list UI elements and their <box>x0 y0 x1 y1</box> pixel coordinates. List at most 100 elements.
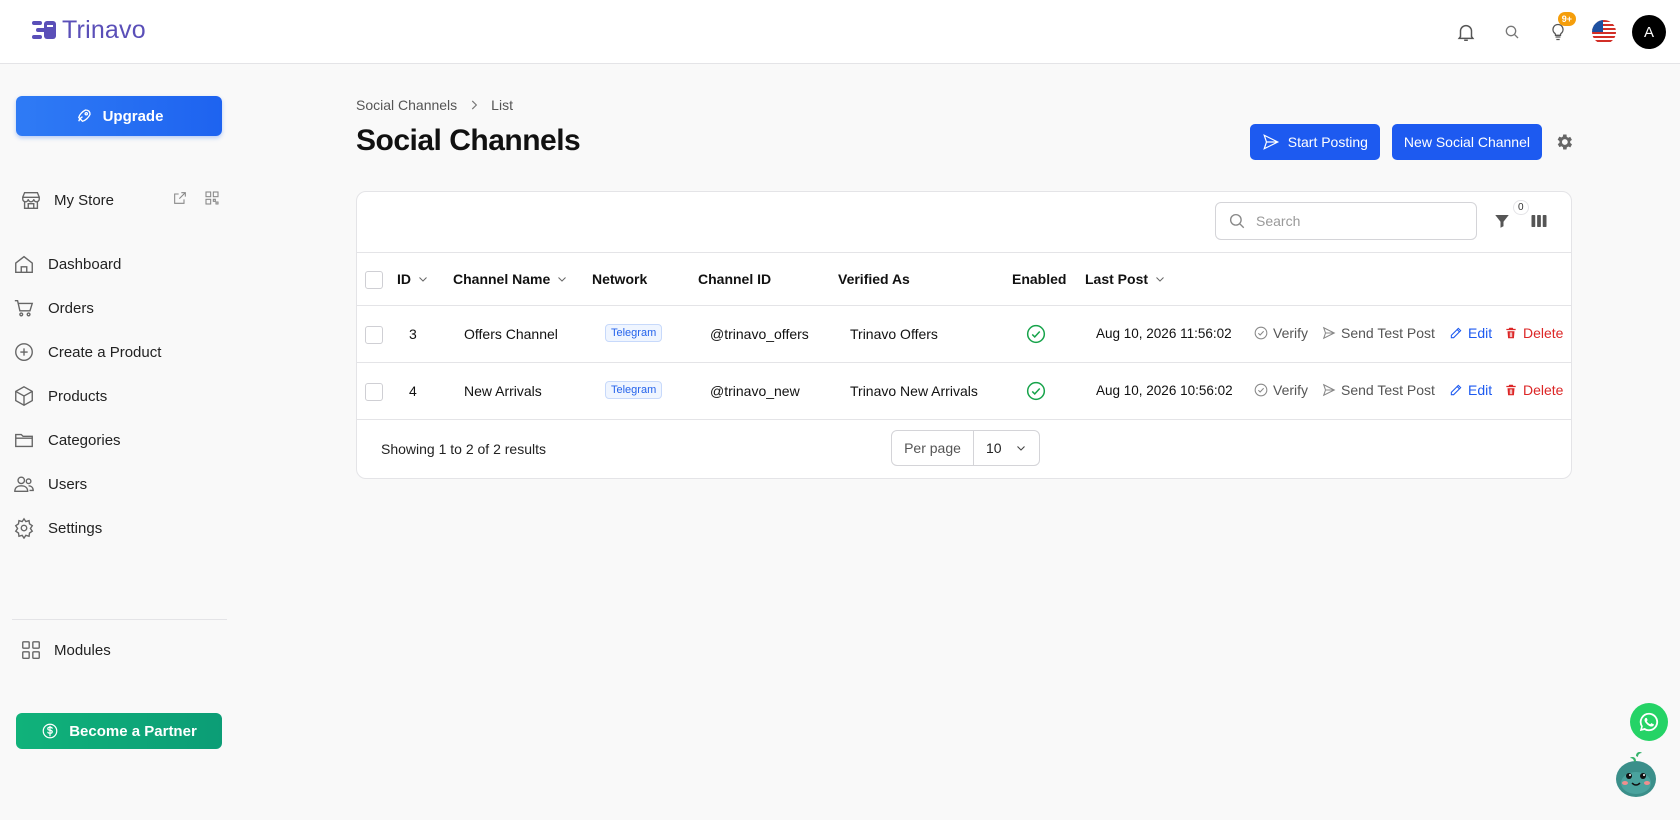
delete-label: Delete <box>1523 382 1564 398</box>
sidebar-item-label: Users <box>48 475 88 493</box>
per-page-value: 10 <box>986 440 1002 456</box>
start-posting-button[interactable]: Start Posting <box>1249 124 1380 160</box>
sidebar-item-label: Dashboard <box>48 255 122 273</box>
edit-button[interactable]: Edit <box>1449 325 1492 341</box>
users-icon <box>12 472 36 496</box>
app-logo[interactable]: Trinavo <box>32 16 146 45</box>
box-icon <box>12 384 36 408</box>
row-channel-id: @trinavo_offers <box>710 326 809 342</box>
chatbot-mascot-icon[interactable] <box>1614 750 1658 798</box>
pagination-summary: Showing 1 to 2 of 2 results <box>381 441 546 457</box>
user-avatar[interactable]: A <box>1632 15 1666 49</box>
enabled-check-icon <box>1026 324 1046 344</box>
chevron-right-icon <box>472 100 478 110</box>
notifications-button[interactable] <box>1448 14 1484 50</box>
modules-label: Modules <box>54 641 111 659</box>
new-social-channel-label: New Social Channel <box>1403 134 1530 150</box>
my-store-row[interactable]: My Store <box>20 184 220 216</box>
delete-label: Delete <box>1523 325 1564 341</box>
table-header: ID Channel Name Network Channel ID Verif… <box>357 252 1571 306</box>
column-channel-id-label: Channel ID <box>698 271 772 287</box>
sidebar-item-label: Categories <box>48 431 121 449</box>
settings-gear-icon[interactable] <box>1554 132 1574 152</box>
whatsapp-icon <box>1639 712 1659 732</box>
breadcrumb-current: List <box>491 97 513 113</box>
column-last-post-label: Last Post <box>1085 271 1149 287</box>
search-icon <box>1229 213 1245 229</box>
trash-icon <box>1506 384 1516 396</box>
language-selector[interactable] <box>1586 14 1622 50</box>
whatsapp-chat-button[interactable] <box>1630 703 1668 741</box>
check-circle-icon <box>1254 383 1268 397</box>
rocket-icon <box>77 109 91 122</box>
become-partner-button[interactable]: Become a Partner <box>16 713 222 749</box>
sidebar-item-create-product[interactable]: Create a Product <box>12 330 222 374</box>
verify-button[interactable]: Verify <box>1254 382 1308 398</box>
column-channel-name-header[interactable]: Channel Name <box>453 271 568 287</box>
global-search-button[interactable] <box>1494 14 1530 50</box>
sidebar-item-products[interactable]: Products <box>12 374 222 418</box>
filter-icon[interactable] <box>1493 212 1511 230</box>
column-last-post-header[interactable]: Last Post <box>1085 271 1166 287</box>
row-channel-id: @trinavo_new <box>710 383 800 399</box>
my-store-label: My Store <box>54 191 115 209</box>
dollar-circle-icon <box>42 723 58 739</box>
breadcrumb-parent[interactable]: Social Channels <box>356 97 457 113</box>
send-test-post-button[interactable]: Send Test Post <box>1322 382 1435 398</box>
row-checkbox[interactable] <box>365 383 383 401</box>
chevron-down-icon <box>1017 446 1025 451</box>
external-link-icon[interactable] <box>172 190 188 206</box>
row-last-post: Aug 10, 2026 11:56:02 <box>1096 326 1232 341</box>
send-icon <box>1262 134 1279 150</box>
search-placeholder: Search <box>1256 213 1301 229</box>
network-badge: Telegram <box>605 381 663 399</box>
us-flag-icon <box>1592 20 1616 44</box>
upgrade-button[interactable]: Upgrade <box>16 96 222 136</box>
edit-button[interactable]: Edit <box>1449 382 1492 398</box>
upgrade-label: Upgrade <box>102 107 164 125</box>
sidebar-item-dashboard[interactable]: Dashboard <box>12 242 222 286</box>
per-page-select[interactable]: Per page 10 <box>891 430 1040 466</box>
sidebar-item-orders[interactable]: Orders <box>12 286 222 330</box>
column-network-label: Network <box>592 271 648 287</box>
store-icon <box>22 191 40 209</box>
send-icon <box>1322 326 1336 340</box>
sidebar: Upgrade My Store Dashboard Orders Create… <box>0 64 232 820</box>
columns-icon[interactable] <box>1529 212 1549 230</box>
trash-icon <box>1506 327 1516 339</box>
qr-code-icon[interactable] <box>204 190 220 206</box>
column-enabled-header: Enabled <box>1012 271 1066 287</box>
per-page-label: Per page <box>892 431 974 465</box>
social-channels-table-card: Search 0 ID Channel Name Network Channel… <box>356 191 1572 479</box>
row-last-post: Aug 10, 2026 10:56:02 <box>1096 383 1233 398</box>
delete-button[interactable]: Delete <box>1504 382 1563 398</box>
verify-button[interactable]: Verify <box>1254 325 1308 341</box>
select-all-checkbox[interactable] <box>365 271 383 289</box>
send-icon <box>1322 383 1336 397</box>
column-id-header[interactable]: ID <box>397 271 429 287</box>
sidebar-item-users[interactable]: Users <box>12 462 222 506</box>
bell-icon <box>1457 24 1475 41</box>
row-id: 3 <box>409 326 417 342</box>
sidebar-item-modules[interactable]: Modules <box>20 634 111 666</box>
row-channel-name: Offers Channel <box>464 326 558 342</box>
start-posting-label: Start Posting <box>1287 134 1368 150</box>
sidebar-nav: Dashboard Orders Create a Product Produc… <box>12 242 222 550</box>
sidebar-item-categories[interactable]: Categories <box>12 418 222 462</box>
table-row: 4 New Arrivals Telegram @trinavo_new Tri… <box>357 363 1571 420</box>
chevron-down-icon <box>1156 277 1164 282</box>
send-test-post-label: Send Test Post <box>1341 325 1435 341</box>
new-social-channel-button[interactable]: New Social Channel <box>1391 124 1542 160</box>
column-channel-id-header: Channel ID <box>698 271 771 287</box>
delete-button[interactable]: Delete <box>1504 325 1563 341</box>
sidebar-item-label: Settings <box>48 519 103 537</box>
gear-icon <box>12 516 36 540</box>
send-test-post-button[interactable]: Send Test Post <box>1322 325 1435 341</box>
partner-label: Become a Partner <box>69 722 197 740</box>
table-search-input[interactable]: Search <box>1215 202 1477 240</box>
tips-button[interactable]: 9+ <box>1540 12 1576 50</box>
enabled-check-icon <box>1026 381 1046 401</box>
sidebar-item-settings[interactable]: Settings <box>12 506 222 550</box>
row-checkbox[interactable] <box>365 326 383 344</box>
chevron-down-icon <box>419 277 427 282</box>
